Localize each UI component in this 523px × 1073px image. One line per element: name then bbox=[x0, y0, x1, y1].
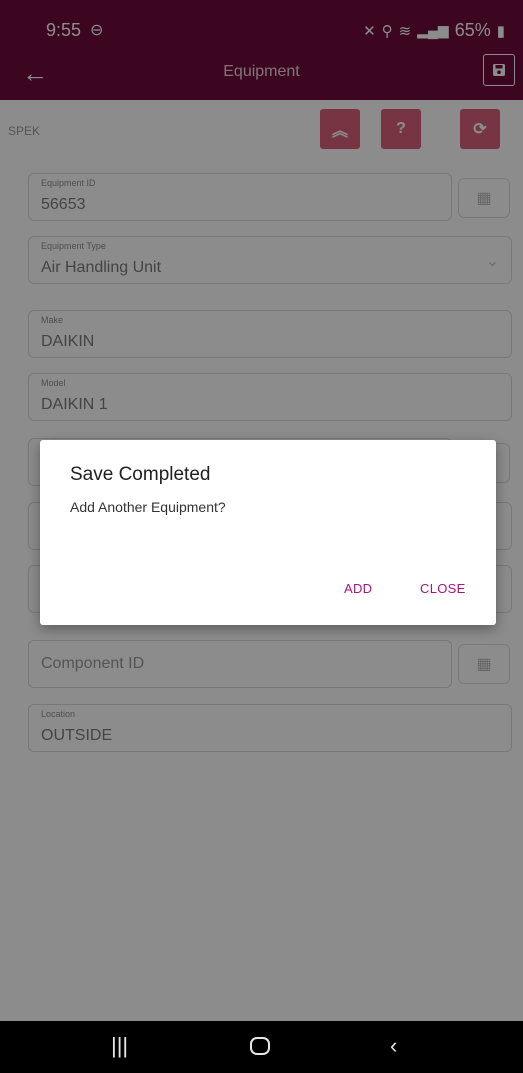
recent-apps-icon[interactable]: ||| bbox=[111, 1033, 128, 1059]
dialog-message: Add Another Equipment? bbox=[70, 499, 226, 515]
system-nav-bar: ||| ‹ bbox=[0, 1021, 523, 1073]
close-button[interactable]: CLOSE bbox=[420, 581, 466, 596]
add-button[interactable]: ADD bbox=[344, 581, 372, 596]
save-completed-dialog: Save Completed Add Another Equipment? AD… bbox=[40, 440, 496, 625]
home-icon[interactable] bbox=[250, 1037, 270, 1055]
back-nav-icon[interactable]: ‹ bbox=[390, 1033, 397, 1059]
dialog-title: Save Completed bbox=[70, 464, 211, 485]
